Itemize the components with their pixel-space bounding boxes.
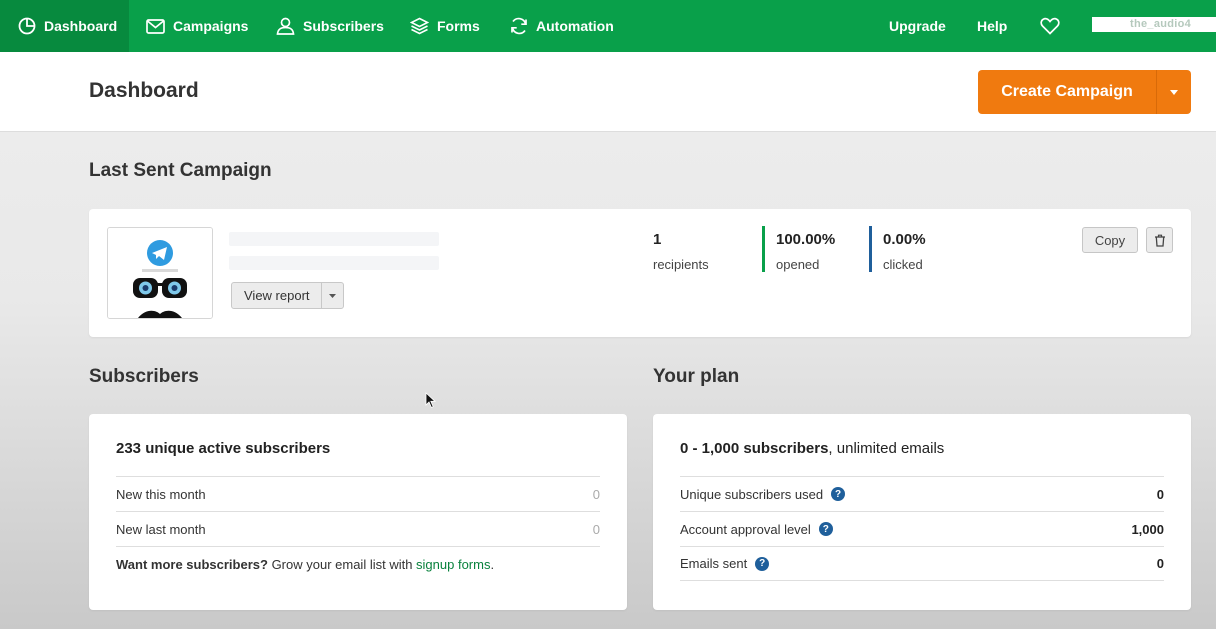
caret-down-icon xyxy=(1170,89,1178,95)
create-campaign-button[interactable]: Create Campaign xyxy=(978,70,1157,114)
clicked-rate: 0.00% xyxy=(883,231,926,248)
promo-end: . xyxy=(490,556,495,572)
campaign-subject-redacted xyxy=(229,232,439,246)
row-label: Emails sent xyxy=(680,556,748,571)
plan-tier: 0 - 1,000 subscribers xyxy=(680,440,829,457)
copy-campaign-button[interactable]: Copy xyxy=(1082,227,1138,253)
nav-subscribers[interactable]: Subscribers xyxy=(276,0,384,52)
nav-help[interactable]: Help xyxy=(977,0,1007,52)
caret-down-icon xyxy=(328,293,336,298)
row-value: 0 xyxy=(592,486,600,502)
layers-icon xyxy=(410,17,429,35)
promo-text: Want more subscribers? Grow your email l… xyxy=(116,557,494,572)
row-value: 1,000 xyxy=(1131,521,1164,537)
opened-rate: 100.00% xyxy=(776,231,836,248)
account-name: the_audio4 xyxy=(1130,18,1192,30)
subscribers-heading: Subscribers xyxy=(89,366,199,387)
clicked-label: clicked xyxy=(883,257,923,272)
plan-row-emails-sent: Emails sent ? 0 xyxy=(680,546,1164,581)
nav-help-label: Help xyxy=(977,18,1008,34)
favorites-heart-icon[interactable] xyxy=(1040,0,1068,52)
nav-upgrade-label: Upgrade xyxy=(889,18,946,34)
opened-label: opened xyxy=(776,257,820,272)
recipients-label: recipients xyxy=(653,257,709,272)
campaign-date-redacted xyxy=(229,256,439,270)
trash-icon xyxy=(1154,234,1165,247)
campaign-preview-image xyxy=(108,228,212,318)
active-subscribers-count: 233 unique active subscribers xyxy=(116,440,331,457)
signup-forms-link[interactable]: signup forms xyxy=(416,557,490,572)
row-label: Unique subscribers used xyxy=(680,486,824,502)
stat-opened: 100.00% opened xyxy=(762,226,836,272)
help-icon[interactable]: ? xyxy=(755,556,770,571)
row-label: New last month xyxy=(116,521,206,537)
nav-campaigns[interactable]: Campaigns xyxy=(146,0,248,52)
subscribers-promo: Want more subscribers? Grow your email l… xyxy=(116,546,600,581)
row-label: Account approval level xyxy=(680,521,811,537)
nav-automation-label: Automation xyxy=(536,18,614,34)
nav-forms-label: Forms xyxy=(437,18,480,34)
stat-clicked: 0.00% clicked xyxy=(869,226,926,272)
nav-dashboard[interactable]: Dashboard xyxy=(0,0,129,52)
last-campaign-card: View report 1 recipients 100.00% opened … xyxy=(89,209,1191,337)
delete-campaign-button[interactable] xyxy=(1146,227,1173,253)
promo-body: Grow your email list with xyxy=(267,556,417,572)
nav-dashboard-label: Dashboard xyxy=(44,18,118,34)
page-title: Dashboard xyxy=(89,79,199,102)
your-plan-heading: Your plan xyxy=(653,366,740,387)
last-campaign-heading: Last Sent Campaign xyxy=(89,160,272,181)
opened-indicator-bar xyxy=(762,226,765,272)
clicked-indicator-bar xyxy=(869,226,872,272)
subscribers-row-last-month: New last month 0 xyxy=(116,511,600,546)
plan-row-approval-level: Account approval level ? 1,000 xyxy=(680,511,1164,546)
subscribers-card: 233 unique active subscribers New this m… xyxy=(89,414,627,610)
row-label: New this month xyxy=(116,486,206,502)
nav-subscribers-label: Subscribers xyxy=(303,18,384,34)
stat-recipients: 1 recipients xyxy=(639,231,709,272)
promo-bold: Want more subscribers? xyxy=(116,556,268,572)
view-report-split-button: View report xyxy=(231,282,344,309)
recipients-count: 1 xyxy=(653,231,662,248)
subscribers-row-this-month: New this month 0 xyxy=(116,476,600,511)
page-header: Dashboard Create Campaign xyxy=(0,52,1216,132)
pie-chart-icon xyxy=(18,17,36,35)
help-icon[interactable]: ? xyxy=(831,487,846,501)
refresh-icon xyxy=(511,17,527,35)
mouse-pointer-icon xyxy=(425,392,436,409)
create-campaign-split-button: Create Campaign xyxy=(978,70,1191,114)
user-icon xyxy=(276,17,295,35)
view-report-button[interactable]: View report xyxy=(232,283,322,308)
campaign-thumbnail[interactable] xyxy=(107,227,213,319)
subscribers-headline: 233 unique active subscribers xyxy=(116,440,330,457)
top-navigation-bar: Dashboard Campaigns Subscribers Forms Au… xyxy=(0,0,1216,52)
nav-campaigns-label: Campaigns xyxy=(173,18,249,34)
envelope-icon xyxy=(146,18,165,34)
nav-forms[interactable]: Forms xyxy=(410,0,480,52)
help-icon[interactable]: ? xyxy=(818,522,833,536)
row-value: 0 xyxy=(1156,556,1164,571)
plan-row-unique-used: Unique subscribers used ? 0 xyxy=(680,476,1164,511)
view-report-dropdown[interactable] xyxy=(322,283,343,308)
plan-headline: 0 - 1,000 subscribers, unlimited emails xyxy=(680,440,944,457)
plan-card: 0 - 1,000 subscribers, unlimited emails … xyxy=(653,414,1191,610)
create-campaign-dropdown[interactable] xyxy=(1157,70,1191,114)
plan-tier-detail: , unlimited emails xyxy=(828,440,945,457)
nav-upgrade[interactable]: Upgrade xyxy=(889,0,946,52)
row-value: 0 xyxy=(1156,486,1164,502)
row-value: 0 xyxy=(592,521,600,537)
nav-automation[interactable]: Automation xyxy=(510,0,614,52)
